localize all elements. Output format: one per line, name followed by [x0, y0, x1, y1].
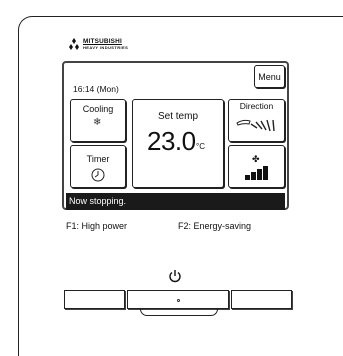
- fan-level-bars-icon: [245, 166, 268, 180]
- direction-label: Direction: [239, 101, 274, 111]
- set-temp-value: 23.0: [147, 126, 196, 156]
- set-temp-label: Set temp: [157, 111, 199, 122]
- f1-hardware-button[interactable]: [64, 290, 125, 309]
- status-message-bar: Now stopping.: [66, 193, 285, 210]
- direction-button[interactable]: Direction: [228, 99, 285, 142]
- fan-speed-button[interactable]: ✤: [228, 145, 285, 188]
- mode-label: Cooling: [82, 104, 114, 114]
- indicator-lamp: [177, 299, 180, 302]
- mitsubishi-logo: MITSUBISHI HEAVY INDUSTRIES: [67, 38, 157, 52]
- run-stop-button-base: [140, 309, 218, 316]
- set-temp-button[interactable]: Set temp 23.0 °C: [132, 99, 224, 188]
- airflow-direction-icon: [236, 119, 275, 132]
- brand-name: MITSUBISHI: [83, 38, 122, 45]
- clock-icon: [91, 168, 105, 182]
- timer-label: Timer: [86, 154, 110, 164]
- f1-label: F1: High power: [66, 221, 128, 231]
- clock-display: 16:14 (Mon): [73, 84, 119, 94]
- menu-button[interactable]: Menu: [254, 65, 285, 88]
- snowflake-icon: ❄: [93, 117, 102, 128]
- three-diamonds-icon: [69, 38, 79, 50]
- mode-button[interactable]: Cooling ❄: [70, 99, 126, 142]
- power-icon: [169, 270, 181, 283]
- brand-subname: HEAVY INDUSTRIES: [83, 45, 129, 50]
- temp-unit: °C: [196, 142, 205, 151]
- fan-icon: ✤: [252, 154, 260, 164]
- run-stop-button[interactable]: [127, 290, 229, 309]
- f2-hardware-button[interactable]: [231, 290, 292, 309]
- timer-button[interactable]: Timer: [70, 145, 126, 188]
- lcd-touch-screen: 16:14 (Mon) Menu Cooling ❄ Set temp 23.0…: [62, 61, 289, 210]
- f2-label: F2: Energy-saving: [178, 221, 252, 231]
